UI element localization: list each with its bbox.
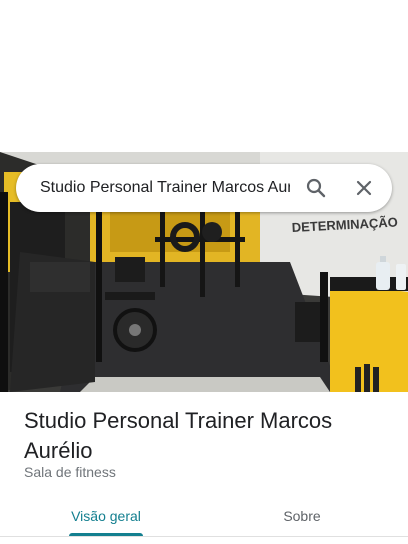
search-input[interactable]: Studio Personal Trainer Marcos Aurélio [40,179,290,197]
search-bar[interactable]: Studio Personal Trainer Marcos Aurélio [16,164,392,212]
close-icon[interactable] [352,176,376,200]
place-category: Sala de fitness [24,464,116,480]
blank-area [0,0,408,152]
search-icon[interactable] [304,176,328,200]
tab-overview[interactable]: Visão geral [56,496,156,536]
tab-about[interactable]: Sobre [252,496,352,536]
tab-bar: Visão geral Sobre [0,496,408,544]
tabs-divider [0,536,408,537]
place-title: Studio Personal Trainer Marcos Aurélio [24,408,333,463]
